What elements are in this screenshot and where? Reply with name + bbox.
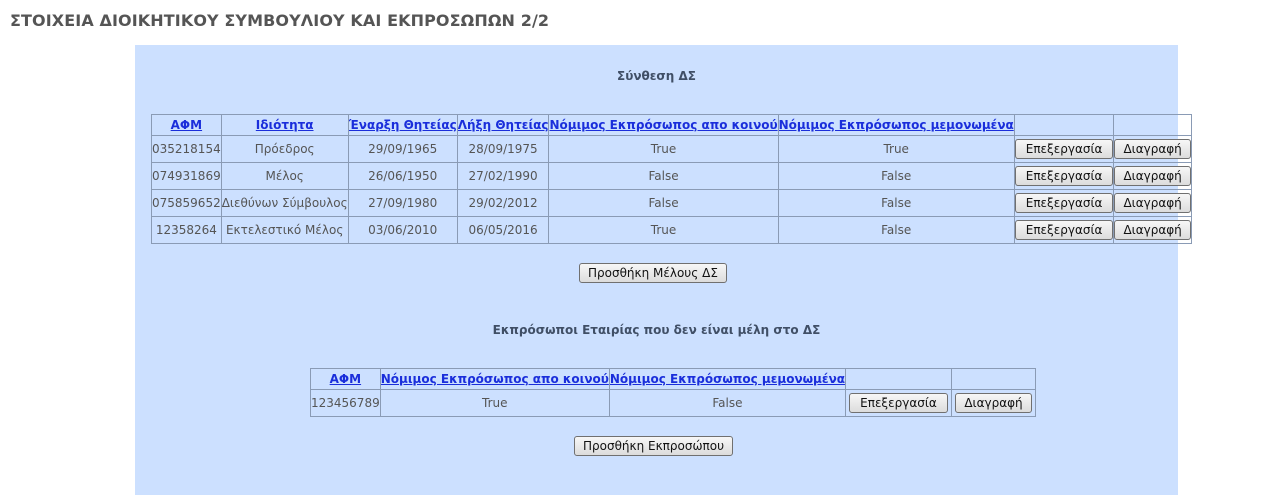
delete-button[interactable]: Διαγραφή [955, 393, 1032, 413]
sort-link-start[interactable]: Έναρξη Θητείας [349, 118, 456, 132]
cell-joint: False [548, 162, 779, 190]
cell-edit: Επεξεργασία [1013, 162, 1115, 190]
cell-start: 27/09/1980 [347, 189, 458, 217]
cell-delete: Διαγραφή [1113, 189, 1192, 217]
cell-edit: Επεξεργασία [844, 389, 952, 417]
edit-button[interactable]: Επεξεργασία [1015, 166, 1113, 186]
cell-delete: Διαγραφή [1113, 216, 1192, 244]
board-header-afm[interactable]: ΑΦΜ [151, 114, 222, 136]
board-header-single[interactable]: Νόμιμος Εκπρόσωπος μεμονωμένα [777, 114, 1015, 136]
add-board-member-button[interactable]: Προσθήκη Μέλους ΔΣ [579, 263, 727, 283]
sort-link-single[interactable]: Νόμιμος Εκπρόσωπος μεμονωμένα [610, 372, 844, 386]
cell-single: False [777, 189, 1015, 217]
sort-link-end[interactable]: Λήξη Θητείας [458, 118, 548, 132]
cell-delete: Διαγραφή [950, 389, 1036, 417]
edit-button[interactable]: Επεξεργασία [1015, 220, 1113, 240]
cell-afm: 12358264 [151, 216, 222, 244]
sort-link-joint[interactable]: Νόμιμος Εκπρόσωπος απο κοινού [550, 118, 777, 132]
cell-edit: Επεξεργασία [1013, 135, 1115, 163]
reps-header-joint[interactable]: Νόμιμος Εκπρόσωπος απο κοινού [379, 368, 610, 390]
cell-role: Πρόεδρος [220, 135, 349, 163]
cell-role: Μέλος [220, 162, 349, 190]
delete-button[interactable]: Διαγραφή [1114, 220, 1191, 240]
cell-afm: 123456789 [310, 389, 381, 417]
cell-joint: True [548, 216, 779, 244]
edit-button[interactable]: Επεξεργασία [1015, 139, 1113, 159]
cell-afm: 074931869 [151, 162, 222, 190]
cell-afm: 035218154 [151, 135, 222, 163]
sort-link-joint[interactable]: Νόμιμος Εκπρόσωπος απο κοινού [381, 372, 608, 386]
board-header-joint[interactable]: Νόμιμος Εκπρόσωπος απο κοινού [548, 114, 779, 136]
board-table-header-row: ΑΦΜ Ιδιότητα Έναρξη Θητείας Λήξη Θητείας… [151, 114, 1192, 136]
cell-joint: True [379, 389, 610, 417]
cell-joint: False [548, 189, 779, 217]
reps-header-afm[interactable]: ΑΦΜ [310, 368, 381, 390]
board-table: ΑΦΜ Ιδιότητα Έναρξη Θητείας Λήξη Θητείας… [151, 114, 1192, 244]
table-row: 123456789 True False Επεξεργασία Διαγραφ… [310, 389, 1036, 417]
table-row: 075859652 Διεθύνων Σύμβουλος 27/09/1980 … [151, 189, 1192, 217]
cell-single: False [608, 389, 846, 417]
cell-role: Εκτελεστικό Μέλος [220, 216, 349, 244]
board-section-title: Σύνθεση ΔΣ [617, 69, 696, 83]
board-header-end[interactable]: Λήξη Θητείας [456, 114, 550, 136]
cell-joint: True [548, 135, 779, 163]
reps-section-title: Εκπρόσωποι Εταιρίας που δεν είναι μέλη σ… [492, 323, 821, 337]
sort-link-single[interactable]: Νόμιμος Εκπρόσωπος μεμονωμένα [779, 118, 1013, 132]
table-row: 074931869 Μέλος 26/06/1950 27/02/1990 Fa… [151, 162, 1192, 190]
reps-table: ΑΦΜ Νόμιμος Εκπρόσωπος απο κοινού Νόμιμο… [310, 368, 1036, 417]
cell-delete: Διαγραφή [1113, 162, 1192, 190]
reps-table-header-row: ΑΦΜ Νόμιμος Εκπρόσωπος απο κοινού Νόμιμο… [310, 368, 1036, 390]
cell-end: 28/09/1975 [456, 135, 550, 163]
edit-button[interactable]: Επεξεργασία [849, 393, 948, 413]
cell-end: 27/02/1990 [456, 162, 550, 190]
cell-start: 03/06/2010 [347, 216, 458, 244]
sort-link-afm[interactable]: ΑΦΜ [330, 372, 361, 386]
cell-edit: Επεξεργασία [1013, 189, 1115, 217]
cell-afm: 075859652 [151, 189, 222, 217]
board-header-edit [1013, 114, 1115, 136]
page-title: ΣΤΟΙΧΕΙΑ ΔΙΟΙΚΗΤΙΚΟΥ ΣΥΜΒΟΥΛΙΟΥ ΚΑΙ ΕΚΠΡ… [10, 11, 550, 30]
content-panel: Σύνθεση ΔΣ ΑΦΜ Ιδιότητα Έναρξη Θητείας Λ… [135, 45, 1192, 495]
reps-header-delete [950, 368, 1036, 390]
sort-link-afm[interactable]: ΑΦΜ [171, 118, 202, 132]
cell-single: False [777, 216, 1015, 244]
add-representative-button[interactable]: Προσθήκη Εκπροσώπου [574, 436, 734, 456]
table-row: 12358264 Εκτελεστικό Μέλος 03/06/2010 06… [151, 216, 1192, 244]
delete-button[interactable]: Διαγραφή [1114, 139, 1191, 159]
cell-role: Διεθύνων Σύμβουλος [220, 189, 349, 217]
cell-start: 26/06/1950 [347, 162, 458, 190]
table-row: 035218154 Πρόεδρος 29/09/1965 28/09/1975… [151, 135, 1192, 163]
reps-header-edit [844, 368, 952, 390]
sort-link-role[interactable]: Ιδιότητα [256, 118, 314, 132]
cell-single: False [777, 162, 1015, 190]
cell-single: True [777, 135, 1015, 163]
delete-button[interactable]: Διαγραφή [1114, 193, 1191, 213]
delete-button[interactable]: Διαγραφή [1114, 166, 1191, 186]
reps-header-single[interactable]: Νόμιμος Εκπρόσωπος μεμονωμένα [608, 368, 846, 390]
board-header-role[interactable]: Ιδιότητα [220, 114, 349, 136]
board-header-start[interactable]: Έναρξη Θητείας [347, 114, 458, 136]
cell-edit: Επεξεργασία [1013, 216, 1115, 244]
board-header-delete [1113, 114, 1192, 136]
cell-delete: Διαγραφή [1113, 135, 1192, 163]
edit-button[interactable]: Επεξεργασία [1015, 193, 1113, 213]
cell-start: 29/09/1965 [347, 135, 458, 163]
cell-end: 06/05/2016 [456, 216, 550, 244]
cell-end: 29/02/2012 [456, 189, 550, 217]
